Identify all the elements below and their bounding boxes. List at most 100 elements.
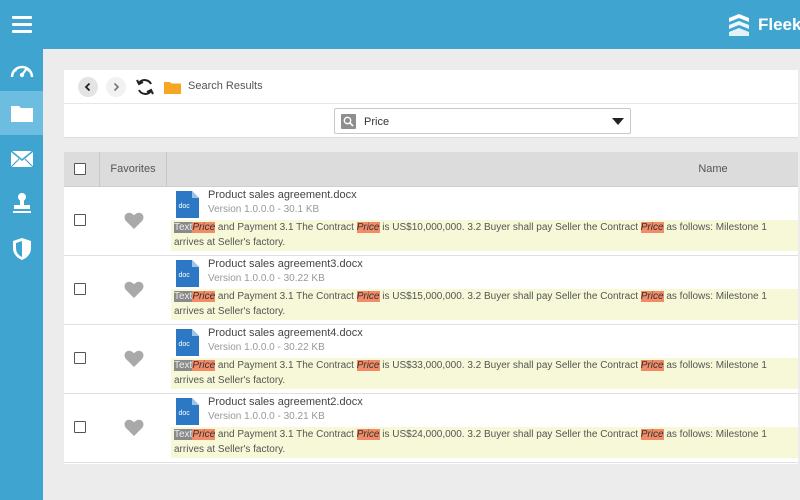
snippet-field-label: Text	[174, 429, 193, 440]
row-checkbox[interactable]	[74, 421, 86, 433]
snippet-text: is US$15,000,000. 3.2 Buyer shall pay Se…	[379, 291, 641, 302]
highlighted-term: Price	[356, 360, 380, 371]
snippet-field-label: Text	[174, 222, 193, 233]
snippet-line: arrives at Seller's factory.	[174, 237, 286, 248]
column-header-name[interactable]: Name	[668, 152, 758, 187]
sidebar-item-dashboard[interactable]	[0, 49, 43, 93]
snippet-text: as follows: Milestone 1	[663, 360, 767, 371]
caret-down-icon[interactable]	[612, 118, 624, 125]
row-checkbox[interactable]	[74, 283, 86, 295]
sidebar-item-files[interactable]	[0, 91, 43, 135]
hamburger-icon[interactable]	[12, 16, 32, 34]
fleekdrive-logo-icon	[729, 14, 749, 36]
doc-file-icon: doc	[176, 398, 199, 425]
highlighted-term: Price	[192, 429, 216, 440]
snippet-text: as follows: Milestone 1	[663, 429, 767, 440]
search-box[interactable]	[334, 108, 631, 134]
row-checkbox-cell	[64, 394, 100, 462]
heart-icon	[124, 350, 143, 367]
snippet-text: and Payment 3.1 The Contract	[215, 291, 357, 302]
snippet-text: and Payment 3.1 The Contract	[215, 360, 357, 371]
snippet-line: arrives at Seller's factory.	[174, 375, 286, 386]
column-header-favorites[interactable]: Favorites	[100, 152, 167, 187]
stamp-icon	[12, 193, 31, 213]
file-name-link[interactable]: Product sales agreement.docx	[208, 189, 357, 201]
table-header: Favorites Name	[64, 152, 800, 187]
file-version-size: Version 1.0.0.0 - 30.21 KB	[208, 411, 325, 422]
sidebar-item-messages[interactable]	[0, 137, 43, 181]
doc-file-label: doc	[179, 410, 191, 417]
sidebar-item-approvals[interactable]	[0, 181, 43, 225]
file-name-link[interactable]: Product sales agreement2.docx	[208, 396, 363, 408]
heart-icon	[124, 419, 143, 436]
highlighted-term: Price	[640, 291, 664, 302]
favorite-toggle[interactable]	[100, 187, 167, 255]
highlighted-term: Price	[356, 291, 380, 302]
file-version-size: Version 1.0.0.0 - 30.22 KB	[208, 273, 325, 284]
highlighted-term: Price	[640, 429, 664, 440]
doc-file-icon: doc	[176, 329, 199, 356]
table-row[interactable]: doc Product sales agreement2.docx Version …	[64, 394, 800, 463]
refresh-icon	[136, 79, 154, 95]
snippet-text: is US$33,000,000. 3.2 Buyer shall pay Se…	[379, 360, 641, 371]
sidebar	[0, 49, 43, 500]
header-checkbox-cell	[64, 152, 100, 187]
row-checkbox-cell	[64, 256, 100, 324]
highlighted-term: Price	[356, 222, 380, 233]
search-snippet: TextPrice and Payment 3.1 The Contract P…	[171, 358, 800, 389]
favorite-toggle[interactable]	[100, 256, 167, 324]
snippet-line: TextPrice and Payment 3.1 The Contract P…	[174, 359, 767, 373]
table-row[interactable]: doc Product sales agreement4.docx Version …	[64, 325, 800, 394]
search-input[interactable]	[364, 113, 594, 130]
row-checkbox[interactable]	[74, 352, 86, 364]
refresh-button[interactable]	[134, 76, 156, 98]
snippet-text: as follows: Milestone 1	[663, 291, 767, 302]
highlighted-term: Price	[192, 222, 216, 233]
chevron-right-icon	[113, 82, 120, 92]
heart-icon	[124, 281, 143, 298]
back-button[interactable]	[78, 77, 98, 97]
row-checkbox[interactable]	[74, 214, 86, 226]
brand[interactable]: Fleekd	[728, 12, 800, 38]
sidebar-item-security[interactable]	[0, 227, 43, 271]
highlighted-term: Price	[192, 291, 216, 302]
search-snippet: TextPrice and Payment 3.1 The Contract P…	[171, 427, 800, 458]
doc-file-icon: doc	[176, 260, 199, 287]
doc-file-label: doc	[179, 341, 191, 348]
table-row[interactable]: doc Product sales agreement.docx Version 1…	[64, 187, 800, 256]
favorite-toggle[interactable]	[100, 394, 167, 462]
search-snippet: TextPrice and Payment 3.1 The Contract P…	[171, 220, 800, 251]
snippet-text: and Payment 3.1 The Contract	[215, 222, 357, 233]
snippet-line: arrives at Seller's factory.	[174, 444, 286, 455]
snippet-text: as follows: Milestone 1	[663, 222, 767, 233]
file-version-size: Version 1.0.0.0 - 30.22 KB	[208, 342, 325, 353]
search-icon	[341, 114, 356, 129]
snippet-line: TextPrice and Payment 3.1 The Contract P…	[174, 428, 767, 442]
chevron-left-icon	[84, 82, 91, 92]
results-table: Favorites Name doc Product sales agreemen…	[64, 152, 800, 464]
row-checkbox-cell	[64, 187, 100, 255]
table-row[interactable]: doc Product sales agreement3.docx Version …	[64, 256, 800, 325]
highlighted-term: Price	[640, 222, 664, 233]
forward-button[interactable]	[106, 77, 126, 97]
breadcrumb[interactable]: Search Results	[188, 80, 263, 92]
doc-file-label: doc	[179, 272, 191, 279]
search-snippet: TextPrice and Payment 3.1 The Contract P…	[171, 289, 800, 320]
file-name-link[interactable]: Product sales agreement4.docx	[208, 327, 363, 339]
snippet-text: and Payment 3.1 The Contract	[215, 429, 357, 440]
doc-file-label: doc	[179, 203, 191, 210]
snippet-field-label: Text	[174, 360, 193, 371]
file-name-link[interactable]: Product sales agreement3.docx	[208, 258, 363, 270]
doc-file-icon: doc	[176, 191, 199, 218]
speedometer-icon	[10, 65, 33, 78]
snippet-text: is US$10,000,000. 3.2 Buyer shall pay Se…	[379, 222, 641, 233]
folder-icon	[10, 106, 33, 122]
snippet-text: is US$24,000,000. 3.2 Buyer shall pay Se…	[379, 429, 641, 440]
select-all-checkbox[interactable]	[74, 163, 86, 175]
brand-name: Fleekd	[758, 15, 800, 34]
highlighted-term: Price	[356, 429, 380, 440]
toolbar-divider	[64, 103, 800, 104]
favorite-toggle[interactable]	[100, 325, 167, 393]
row-checkbox-cell	[64, 325, 100, 393]
file-version-size: Version 1.0.0.0 - 30.1 KB	[208, 204, 320, 215]
